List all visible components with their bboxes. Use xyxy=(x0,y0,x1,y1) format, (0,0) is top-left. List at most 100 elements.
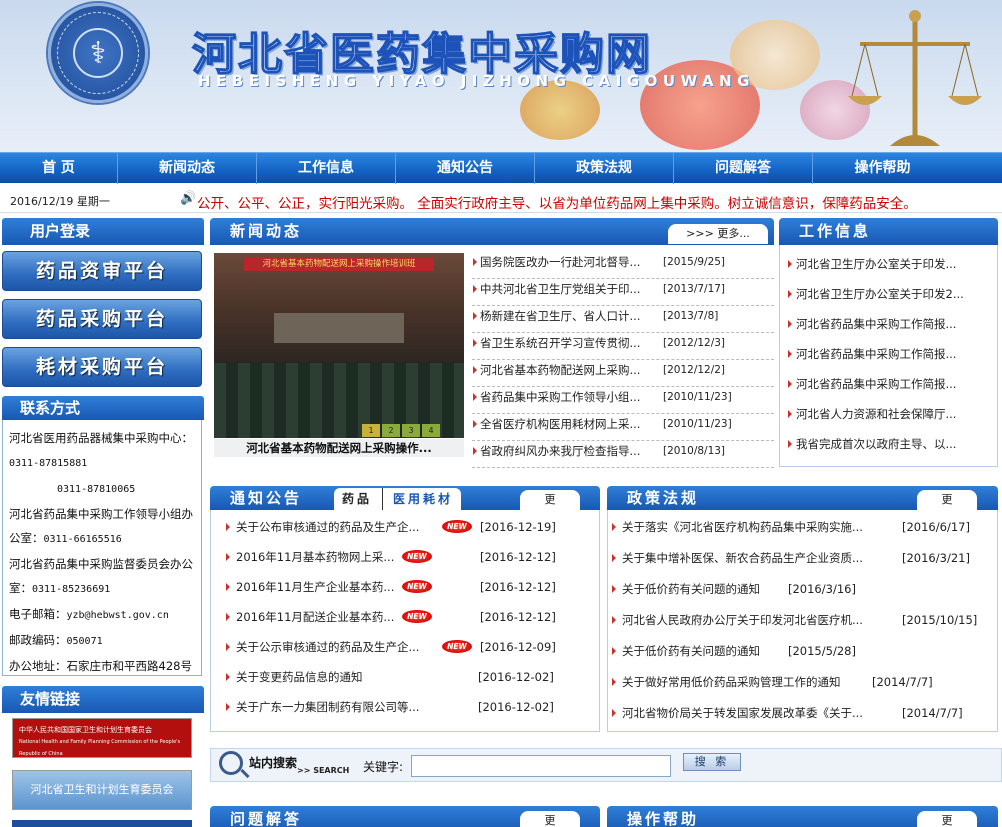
policy-item[interactable]: 关于集中增补医保、新农合药品生产企业资质... [2016/3/21] xyxy=(608,543,996,574)
notice-item[interactable]: 关于广东一力集团制药有限公司等... [2016-12-02] xyxy=(222,692,594,722)
new-badge-icon: NEW xyxy=(442,520,472,533)
news-item[interactable]: 省政府纠风办来我厅检查指导... [2010/8/13] xyxy=(472,441,774,468)
policy-item[interactable]: 关于低价药有关问题的通知 [2015/5/28] xyxy=(608,636,996,667)
work-info-list: 河北省卫生厅办公室关于印发... 河北省卫生厅办公室关于印发2... 河北省药品… xyxy=(786,250,996,460)
photo-caption[interactable]: 河北省基本药物配送网上采购操作... xyxy=(214,439,464,457)
contact-line: 办公地址：石家庄市和平西路428号 xyxy=(9,659,192,673)
news-more-link[interactable]: >>> 更多... xyxy=(668,224,768,244)
news-item[interactable]: 省药品集中采购工作领导小组... [2010/11/23] xyxy=(472,387,774,414)
nav-faq[interactable]: 问题解答 xyxy=(674,153,813,184)
contact-line: 0311-87810065 xyxy=(57,484,136,495)
consumables-purchase-platform-button[interactable]: 耗材采购平台 xyxy=(2,347,202,387)
nhfpc-link-en: National Health and Family Planning Comm… xyxy=(19,739,181,757)
notice-item[interactable]: 2016年11月生产企业基本药... NEW [2016-12-12] xyxy=(222,572,594,602)
policy-item[interactable]: 河北省物价局关于转发国家发展改革委《关于... [2014/7/7] xyxy=(608,698,996,729)
nhfpc-link-text: 中华人民共和国国家卫生和计划生育委员会 xyxy=(19,726,152,734)
photo-stage xyxy=(274,313,404,343)
tab-medical-consumables[interactable]: 医用耗材 xyxy=(382,488,453,510)
news-item[interactable]: 全省医疗机构医用耗材网上采... [2010/11/23] xyxy=(472,414,774,441)
new-badge-icon: NEW xyxy=(402,550,432,563)
search-icon xyxy=(219,751,243,775)
work-item[interactable]: 河北省卫生厅办公室关于印发2... xyxy=(786,280,996,310)
pager-1[interactable]: 1 xyxy=(362,424,380,437)
site-banner: ⚕ 河北省医药集中采购网 HEBEISHENG YIYAO JIZHONG CA… xyxy=(0,0,1002,152)
photo-pager: 1 2 3 4 xyxy=(362,424,440,437)
news-item[interactable]: 省卫生系统召开学习宣传贯彻... [2012/12/3] xyxy=(472,333,774,360)
pager-4[interactable]: 4 xyxy=(422,424,440,437)
nhfpc-link[interactable]: 中华人民共和国国家卫生和计划生育委员会 National Health and … xyxy=(12,718,192,758)
login-title: 用户登录 xyxy=(2,218,204,245)
ticker-bar: 2016/12/19 星期一 🔊 公开、公平、公正，实行阳光采购。 全面实行政府… xyxy=(0,186,1002,213)
hebei-health-commission-link[interactable]: 河北省卫生和计划生育委员会 xyxy=(12,770,192,810)
page-root: ⚕ 河北省医药集中采购网 HEBEISHENG YIYAO JIZHONG CA… xyxy=(0,0,1002,827)
drug-purchase-platform-button[interactable]: 药品采购平台 xyxy=(2,299,202,339)
new-badge-icon: NEW xyxy=(442,640,472,653)
speaker-icon: 🔊 xyxy=(180,191,197,206)
work-item[interactable]: 河北省药品集中采购工作简报... xyxy=(786,340,996,370)
contact-line: 河北省医用药品器械集中采购中心：0311-87815881 xyxy=(9,431,193,469)
news-photo[interactable]: 河北省基本药物配送网上采购操作培训班 1 2 3 4 xyxy=(214,253,464,438)
news-item[interactable]: 杨新建在省卫生厅、省人口计... [2013/7/8] xyxy=(472,306,774,333)
search-subtitle: >> SEARCH xyxy=(297,766,350,775)
policy-list: 关于落实《河北省医疗机构药品集中采购实施... [2016/6/17] 关于集中增… xyxy=(608,512,996,729)
faq-more-link[interactable]: 更 xyxy=(520,811,580,827)
nav-home[interactable]: 首 页 xyxy=(0,153,118,184)
notice-item[interactable]: 2016年11月配送企业基本药... NEW [2016-12-12] xyxy=(222,602,594,632)
contact-line: 河北省药品集中采购监督委员会办公室：0311-85236691 xyxy=(9,557,193,595)
work-item[interactable]: 河北省药品集中采购工作简报... xyxy=(786,370,996,400)
site-search: 站内搜索 >> SEARCH 关键字: 搜 索 xyxy=(210,748,1002,782)
main-nav: 首 页 新闻动态 工作信息 通知公告 政策法规 问题解答 操作帮助 xyxy=(0,152,1002,184)
policy-item[interactable]: 关于落实《河北省医疗机构药品集中采购实施... [2016/6/17] xyxy=(608,512,996,543)
caduceus-icon: ⚕ xyxy=(73,28,123,78)
notice-more-link[interactable]: 更 xyxy=(520,490,580,510)
search-input[interactable] xyxy=(411,755,671,777)
policy-item[interactable]: 关于低价药有关问题的通知 [2016/3/16] xyxy=(608,574,996,605)
work-item[interactable]: 河北省人力资源和社会保障厅... xyxy=(786,400,996,430)
scale-of-justice-icon xyxy=(848,10,982,146)
search-title: 站内搜索 xyxy=(249,756,298,770)
news-list: 国务院医改办一行赴河北督导... [2015/9/25] 中共河北省卫生厅党组关于… xyxy=(472,252,774,468)
policy-item[interactable]: 关于做好常用低价药品采购管理工作的通知 [2014/7/7] xyxy=(608,667,996,698)
new-badge-icon: NEW xyxy=(402,580,432,593)
scrolling-slogan: 公开、公平、公正，实行阳光采购。 全面实行政府主导、以省为单位药品网上集中采购。… xyxy=(197,196,917,212)
help-more-link[interactable]: 更 xyxy=(917,811,977,827)
search-button[interactable]: 搜 索 xyxy=(683,753,741,771)
photo-banner-text: 河北省基本药物配送网上采购操作培训班 xyxy=(244,257,434,271)
new-badge-icon: NEW xyxy=(402,610,432,623)
pager-3[interactable]: 3 xyxy=(402,424,420,437)
notice-item[interactable]: 关于公示审核通过的药品及生产企... NEW [2016-12-09] xyxy=(222,632,594,662)
work-item[interactable]: 河北省卫生厅办公室关于印发... xyxy=(786,250,996,280)
nav-policy[interactable]: 政策法规 xyxy=(535,153,674,184)
contact-line: 电子邮箱：yzb@hebwst.gov.cn xyxy=(9,607,169,621)
contact-line: 邮政编码：050071 xyxy=(9,633,103,647)
notice-tabs: 药品 医用耗材 xyxy=(334,488,462,510)
nav-work-info[interactable]: 工作信息 xyxy=(257,153,396,184)
work-item[interactable]: 我省完成首次以政府主导、以... xyxy=(786,430,996,460)
friendly-link-partial[interactable] xyxy=(12,820,192,827)
friendly-links-title: 友情链接 xyxy=(2,686,204,713)
policy-item[interactable]: 河北省人民政府办公厅关于印发河北省医疗机... [2015/10/15] xyxy=(608,605,996,636)
news-item[interactable]: 国务院医改办一行赴河北督导... [2015/9/25] xyxy=(472,252,774,279)
contact-line: 河北省药品集中采购工作领导小组办公室：0311-66165516 xyxy=(9,507,193,545)
nav-news[interactable]: 新闻动态 xyxy=(118,153,257,184)
contact-title: 联系方式 xyxy=(2,396,204,420)
work-info-title: 工作信息 xyxy=(779,218,998,245)
work-item[interactable]: 河北省药品集中采购工作简报... xyxy=(786,310,996,340)
drug-qualification-platform-button[interactable]: 药品资审平台 xyxy=(2,251,202,291)
nav-help[interactable]: 操作帮助 xyxy=(813,153,952,184)
policy-more-link[interactable]: 更 xyxy=(917,490,977,510)
pager-2[interactable]: 2 xyxy=(382,424,400,437)
contact-info: 河北省医用药品器械集中采购中心：0311-87815881 0311-87810… xyxy=(2,420,202,676)
current-date: 2016/12/19 星期一 xyxy=(10,195,110,208)
notice-item[interactable]: 关于公布审核通过的药品及生产企... NEW [2016-12-19] xyxy=(222,512,594,542)
keyword-label: 关键字: xyxy=(363,760,404,774)
news-item[interactable]: 中共河北省卫生厅党组关于印... [2013/7/17] xyxy=(472,279,774,306)
notice-item[interactable]: 关于变更药品信息的通知 [2016-12-02] xyxy=(222,662,594,692)
health-bureau-logo[interactable]: ⚕ xyxy=(48,3,148,103)
nav-notices[interactable]: 通知公告 xyxy=(396,153,535,184)
notice-list: 关于公布审核通过的药品及生产企... NEW [2016-12-19] 2016年1… xyxy=(222,512,594,722)
site-subtitle: HEBEISHENG YIYAO JIZHONG CAIGOUWANG xyxy=(198,72,755,90)
tab-drug[interactable]: 药品 xyxy=(342,488,382,510)
notice-item[interactable]: 2016年11月基本药物网上采... NEW [2016-12-12] xyxy=(222,542,594,572)
news-item[interactable]: 河北省基本药物配送网上采购... [2012/12/2] xyxy=(472,360,774,387)
